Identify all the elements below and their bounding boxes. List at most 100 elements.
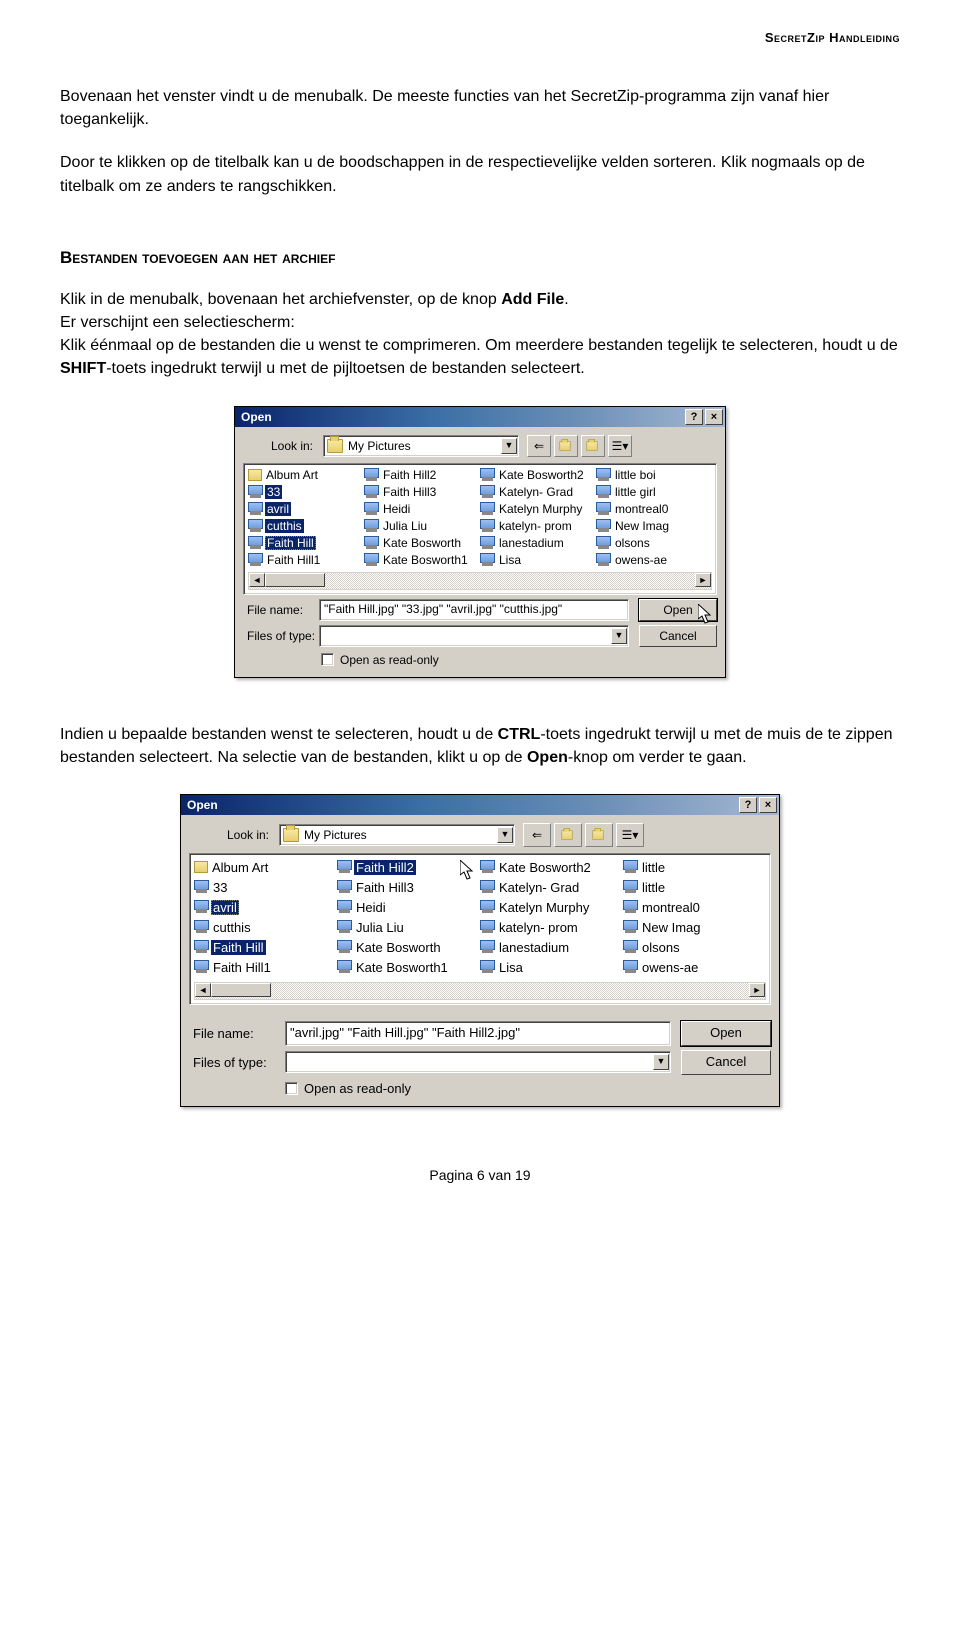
file-item[interactable]: New Imag bbox=[623, 918, 766, 937]
filetype-combo[interactable]: ▼ bbox=[319, 625, 629, 647]
file-item[interactable]: olsons bbox=[596, 535, 712, 551]
file-item[interactable]: Faith Hill bbox=[194, 938, 337, 957]
back-button[interactable]: ⇐ bbox=[527, 435, 551, 457]
file-item[interactable]: owens-ae bbox=[596, 552, 712, 568]
image-file-icon bbox=[480, 860, 495, 874]
up-button[interactable] bbox=[554, 823, 582, 847]
dropdown-icon[interactable]: ▼ bbox=[611, 628, 627, 644]
file-item[interactable]: Katelyn Murphy bbox=[480, 898, 623, 917]
file-item[interactable]: Faith Hill3 bbox=[337, 878, 480, 897]
filename-input[interactable]: "avril.jpg" "Faith Hill.jpg" "Faith Hill… bbox=[285, 1021, 671, 1046]
para5-a: Klik éénmaal op de bestanden die u wenst… bbox=[60, 337, 898, 354]
file-item[interactable]: Lisa bbox=[480, 958, 623, 977]
dropdown-icon[interactable]: ▼ bbox=[653, 1054, 669, 1070]
scrollbar[interactable]: ◄ ► bbox=[248, 572, 712, 590]
scroll-right-icon[interactable]: ► bbox=[695, 573, 711, 587]
file-item[interactable]: Kate Bosworth2 bbox=[480, 858, 623, 877]
file-item[interactable]: cutthis bbox=[194, 918, 337, 937]
para-4: Er verschijnt een selectiescherm: bbox=[60, 314, 295, 331]
filename-label: File name: bbox=[189, 1026, 285, 1041]
scroll-right-icon[interactable]: ► bbox=[749, 983, 765, 997]
file-item[interactable]: 33 bbox=[194, 878, 337, 897]
new-folder-button[interactable] bbox=[581, 435, 605, 457]
page-header: SecretZip Handleiding bbox=[60, 30, 900, 45]
file-name: Lisa bbox=[497, 553, 523, 567]
scroll-thumb[interactable] bbox=[265, 573, 325, 587]
readonly-checkbox[interactable] bbox=[285, 1082, 298, 1095]
folder-icon bbox=[283, 828, 299, 842]
file-item[interactable]: little boi bbox=[596, 468, 712, 484]
file-item[interactable]: owens-ae bbox=[623, 958, 766, 977]
scroll-left-icon[interactable]: ◄ bbox=[195, 983, 211, 997]
file-item[interactable]: avril bbox=[194, 898, 337, 917]
image-file-icon bbox=[194, 940, 209, 954]
file-item[interactable]: Katelyn- Grad bbox=[480, 484, 596, 500]
back-button[interactable]: ⇐ bbox=[523, 823, 551, 847]
close-button[interactable]: × bbox=[759, 797, 777, 813]
lookin-combo[interactable]: My Pictures ▼ bbox=[279, 824, 515, 846]
file-item[interactable]: Julia Liu bbox=[364, 518, 480, 534]
file-item[interactable]: little bbox=[623, 858, 766, 877]
file-item[interactable]: Faith Hill3 bbox=[364, 484, 480, 500]
file-item[interactable]: katelyn- prom bbox=[480, 518, 596, 534]
titlebar[interactable]: Open ? × bbox=[181, 795, 779, 815]
help-button[interactable]: ? bbox=[685, 409, 703, 425]
view-menu-button[interactable]: ☰▾ bbox=[616, 823, 644, 847]
readonly-checkbox[interactable] bbox=[321, 653, 334, 666]
file-item[interactable]: little bbox=[623, 878, 766, 897]
file-item[interactable]: Faith Hill2 bbox=[337, 858, 480, 877]
file-item[interactable]: Kate Bosworth bbox=[337, 938, 480, 957]
titlebar[interactable]: Open ? × bbox=[235, 407, 725, 427]
file-item[interactable]: Lisa bbox=[480, 552, 596, 568]
dropdown-icon[interactable]: ▼ bbox=[497, 827, 513, 843]
open-button[interactable]: Open bbox=[681, 1021, 771, 1046]
file-item[interactable]: Heidi bbox=[364, 501, 480, 517]
file-item[interactable]: lanestadium bbox=[480, 535, 596, 551]
file-item[interactable]: Julia Liu bbox=[337, 918, 480, 937]
new-folder-button[interactable] bbox=[585, 823, 613, 847]
up-button[interactable] bbox=[554, 435, 578, 457]
file-item[interactable]: olsons bbox=[623, 938, 766, 957]
file-item[interactable]: Kate Bosworth2 bbox=[480, 468, 596, 484]
file-item[interactable]: montreal0 bbox=[623, 898, 766, 917]
file-item[interactable]: 33 bbox=[248, 484, 364, 500]
file-item[interactable]: Faith Hill1 bbox=[194, 958, 337, 977]
dropdown-icon[interactable]: ▼ bbox=[501, 438, 517, 454]
cancel-button[interactable]: Cancel bbox=[681, 1050, 771, 1075]
lookin-combo[interactable]: My Pictures ▼ bbox=[323, 435, 519, 457]
file-listing[interactable]: Album Art33avrilcutthisFaith HillFaith H… bbox=[189, 853, 771, 1005]
file-item[interactable]: Faith Hill1 bbox=[248, 552, 364, 568]
file-item[interactable]: Katelyn Murphy bbox=[480, 501, 596, 517]
filename-input[interactable]: "Faith Hill.jpg" "33.jpg" "avril.jpg" "c… bbox=[319, 599, 629, 621]
file-listing[interactable]: Album Art33avrilcutthisFaith HillFaith H… bbox=[243, 463, 717, 595]
file-item[interactable]: Album Art bbox=[248, 468, 364, 484]
cancel-button[interactable]: Cancel bbox=[639, 625, 717, 647]
scroll-left-icon[interactable]: ◄ bbox=[249, 573, 265, 587]
scrollbar[interactable]: ◄ ► bbox=[194, 982, 766, 1000]
filetype-combo[interactable]: ▼ bbox=[285, 1051, 671, 1073]
close-button[interactable]: × bbox=[705, 409, 723, 425]
file-name: Heidi bbox=[354, 900, 388, 915]
view-menu-button[interactable]: ☰▾ bbox=[608, 435, 632, 457]
file-item[interactable]: lanestadium bbox=[480, 938, 623, 957]
image-file-icon bbox=[337, 900, 352, 914]
file-item[interactable]: little girl bbox=[596, 484, 712, 500]
file-item[interactable]: Kate Bosworth bbox=[364, 535, 480, 551]
file-item[interactable]: Katelyn- Grad bbox=[480, 878, 623, 897]
file-item[interactable]: Faith Hill2 bbox=[364, 468, 480, 484]
file-item[interactable]: avril bbox=[248, 501, 364, 517]
image-file-icon bbox=[337, 920, 352, 934]
file-item[interactable]: Kate Bosworth1 bbox=[337, 958, 480, 977]
file-item[interactable]: cutthis bbox=[248, 518, 364, 534]
file-item[interactable]: Faith Hill bbox=[248, 535, 364, 551]
open-button[interactable]: Open bbox=[639, 599, 717, 621]
file-item[interactable]: Kate Bosworth1 bbox=[364, 552, 480, 568]
scroll-thumb[interactable] bbox=[211, 983, 271, 997]
file-item[interactable]: montreal0 bbox=[596, 501, 712, 517]
image-file-icon bbox=[480, 468, 495, 482]
help-button[interactable]: ? bbox=[739, 797, 757, 813]
file-item[interactable]: Heidi bbox=[337, 898, 480, 917]
file-item[interactable]: New Imag bbox=[596, 518, 712, 534]
file-item[interactable]: katelyn- prom bbox=[480, 918, 623, 937]
file-item[interactable]: Album Art bbox=[194, 858, 337, 877]
